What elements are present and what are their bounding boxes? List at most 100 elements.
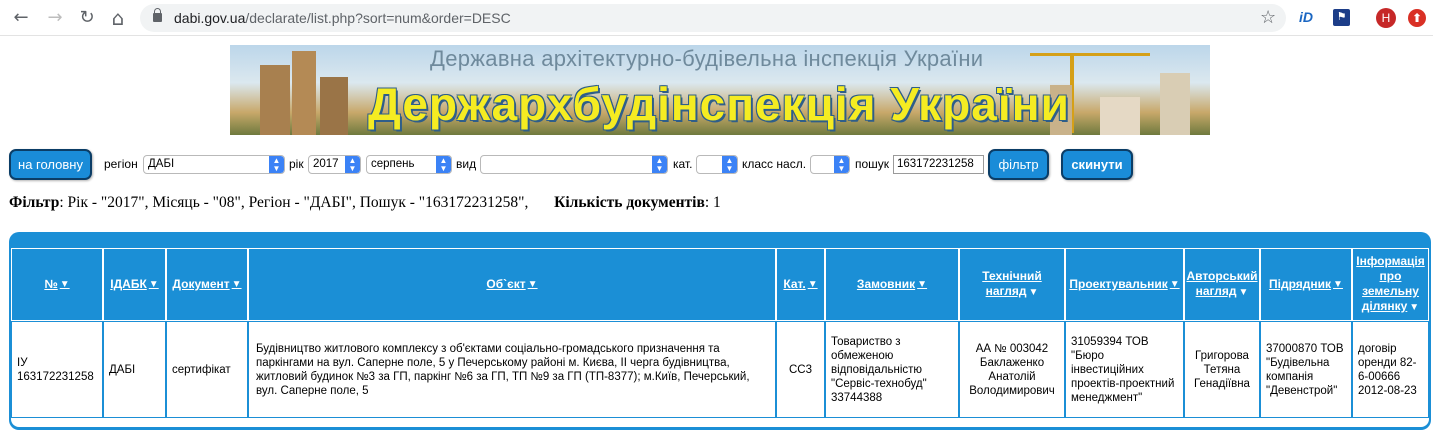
- cell-tech-supervision: АА № 003042 Баклаженко Анатолій Володими…: [959, 321, 1065, 418]
- column-header-land[interactable]: Інформація про земельну ділянку ▼: [1352, 248, 1429, 321]
- search-input[interactable]: 163172231258: [893, 155, 984, 174]
- profile-avatar[interactable]: Н: [1376, 8, 1396, 28]
- sort-down-icon: ▼: [1169, 279, 1180, 290]
- category-label: кат.: [673, 157, 693, 171]
- bookmark-star-icon[interactable]: ☆: [1260, 7, 1276, 28]
- reload-icon[interactable]: ↻: [76, 7, 98, 29]
- lock-icon[interactable]: [153, 8, 162, 22]
- doc-count-label: Кількість документів: [554, 194, 705, 211]
- home-button[interactable]: на головну: [9, 149, 92, 180]
- reset-button[interactable]: скинути: [1061, 149, 1133, 180]
- back-icon[interactable]: ←: [10, 7, 32, 29]
- sort-down-icon: ▼: [917, 279, 928, 290]
- column-header-author-supervision-label-1: Авторський: [1186, 269, 1258, 283]
- filter-summary-text: : Рік - "2017", Місяць - "08", Регіон - …: [59, 194, 529, 211]
- column-header-object-label: Об`єкт: [486, 277, 526, 291]
- sort-down-icon: ▼: [807, 279, 818, 290]
- column-header-author-supervision-label-2: нагляд: [1195, 284, 1237, 298]
- sort-down-icon: ▼: [1409, 302, 1420, 313]
- class-label: класс насл.: [742, 157, 807, 171]
- banner-subtitle: Державна архітектурно-будівельна інспекц…: [430, 46, 984, 71]
- cell-author-supervision: Григорова Тетяна Генадіївна: [1184, 321, 1260, 418]
- home-icon[interactable]: ⌂: [107, 7, 129, 29]
- cell-category: СС3: [776, 321, 825, 418]
- sort-down-icon: ▼: [148, 279, 159, 290]
- cell-designer: 31059394 ТОВ "Бюро інвестиційних проекті…: [1065, 321, 1184, 418]
- chevron-updown-icon: ▲ ▼: [269, 156, 284, 173]
- column-header-land-label-4: ділянку: [1361, 299, 1408, 313]
- column-header-document-label: Документ: [172, 277, 230, 291]
- building-image: [1100, 97, 1140, 135]
- column-header-category-label: Кат.: [783, 277, 806, 291]
- cell-land: договір оренди 82-6-00666 2012-08-23: [1352, 321, 1429, 418]
- column-header-designer-label: Проектувальник: [1069, 277, 1168, 291]
- sort-down-icon: ▼: [59, 279, 70, 290]
- address-bar[interactable]: dabi.gov.ua/declarate/list.php?sort=num&…: [140, 4, 1286, 32]
- column-header-land-label-3: земельну: [1362, 284, 1419, 298]
- crane-image: [1030, 53, 1150, 56]
- building-image: [320, 77, 348, 135]
- column-header-object[interactable]: Об`єкт ▼: [248, 248, 776, 321]
- column-header-document[interactable]: Документ ▼: [166, 248, 248, 321]
- column-header-land-label-1: Інформація: [1356, 254, 1425, 268]
- cell-object: Будівництво житлового комплексу з об'єкт…: [248, 321, 776, 418]
- building-image: [292, 51, 316, 135]
- month-select-value: серпень: [371, 158, 415, 170]
- year-select[interactable]: 2017 ▲ ▼: [308, 155, 361, 174]
- sort-down-icon: ▼: [231, 279, 242, 290]
- sort-down-icon: ▼: [1238, 287, 1249, 298]
- filter-button[interactable]: фільтр: [988, 149, 1049, 180]
- extension-id-icon[interactable]: iD: [1299, 9, 1313, 25]
- chevron-updown-icon: ▲ ▼: [436, 156, 451, 173]
- column-header-contractor-label: Підрядник: [1269, 277, 1332, 291]
- building-image: [260, 65, 290, 135]
- search-label: пошук: [855, 157, 890, 171]
- chevron-updown-icon: ▲ ▼: [722, 156, 737, 173]
- url-text[interactable]: dabi.gov.ua/declarate/list.php?sort=num&…: [174, 10, 511, 26]
- column-header-customer-label: Замовник: [856, 277, 916, 291]
- sort-down-icon: ▼: [527, 279, 538, 290]
- chevron-updown-icon: ▲ ▼: [652, 156, 667, 173]
- column-header-idabk[interactable]: ІДАБК ▼: [103, 248, 166, 321]
- filter-summary: Фільтр: Рік - "2017", Місяць - "08", Рег…: [9, 194, 721, 212]
- site-banner: Державна архітектурно-будівельна інспекц…: [230, 45, 1210, 135]
- url-host: dabi.gov.ua: [174, 10, 246, 26]
- table-footer: [11, 418, 1429, 427]
- filter-summary-label: Фільтр: [9, 194, 60, 211]
- column-header-category[interactable]: Кат. ▼: [776, 248, 825, 321]
- column-header-tech-supervision-label-1: Технічний: [982, 269, 1042, 283]
- cell-idabk: ДАБІ: [103, 321, 166, 418]
- column-header-contractor[interactable]: Підрядник ▼: [1260, 248, 1352, 321]
- year-select-value: 2017: [313, 158, 339, 170]
- url-path: /declarate/list.php?sort=num&order=DESC: [245, 10, 511, 26]
- column-header-num[interactable]: № ▼: [11, 248, 103, 321]
- column-header-num-label: №: [44, 277, 58, 291]
- column-header-author-supervision[interactable]: Авторський нагляд ▼: [1184, 248, 1260, 321]
- building-image: [1160, 73, 1190, 135]
- browser-toolbar: ← → ↻ ⌂ dabi.gov.ua/declarate/list.php?s…: [0, 0, 1433, 36]
- column-header-land-label-2: про: [1379, 269, 1402, 283]
- column-header-tech-supervision-label-2: нагляд: [985, 284, 1027, 298]
- column-header-customer[interactable]: Замовник ▼: [825, 248, 959, 321]
- category-select[interactable]: ▲ ▼: [696, 155, 738, 174]
- class-select[interactable]: ▲ ▼: [810, 155, 850, 174]
- cell-contractor: 37000870 ТОВ "Будівельна компанія "Девен…: [1260, 321, 1352, 418]
- cell-document: сертифікат: [166, 321, 248, 418]
- forward-icon[interactable]: →: [44, 7, 66, 29]
- extension-flag-icon[interactable]: ⚑: [1333, 9, 1350, 26]
- column-header-tech-supervision[interactable]: Технічний нагляд ▼: [959, 248, 1065, 321]
- doc-count-value: : 1: [704, 194, 721, 211]
- year-label: рік: [289, 157, 304, 171]
- column-header-designer[interactable]: Проектувальник ▼: [1065, 248, 1184, 321]
- type-select[interactable]: ▲ ▼: [480, 155, 668, 174]
- column-header-idabk-label: ІДАБК: [110, 277, 147, 291]
- sort-down-icon: ▼: [1333, 279, 1343, 290]
- month-select[interactable]: серпень ▲ ▼: [366, 155, 452, 174]
- region-select[interactable]: ДАБІ ▲ ▼: [143, 155, 285, 174]
- region-select-value: ДАБІ: [148, 158, 175, 170]
- chevron-updown-icon: ▲ ▼: [345, 156, 360, 173]
- sort-down-icon: ▼: [1028, 287, 1039, 298]
- chevron-updown-icon: ▲ ▼: [834, 156, 849, 173]
- update-icon[interactable]: ⬆: [1408, 9, 1426, 27]
- cell-num: ІУ 163172231258: [11, 321, 103, 418]
